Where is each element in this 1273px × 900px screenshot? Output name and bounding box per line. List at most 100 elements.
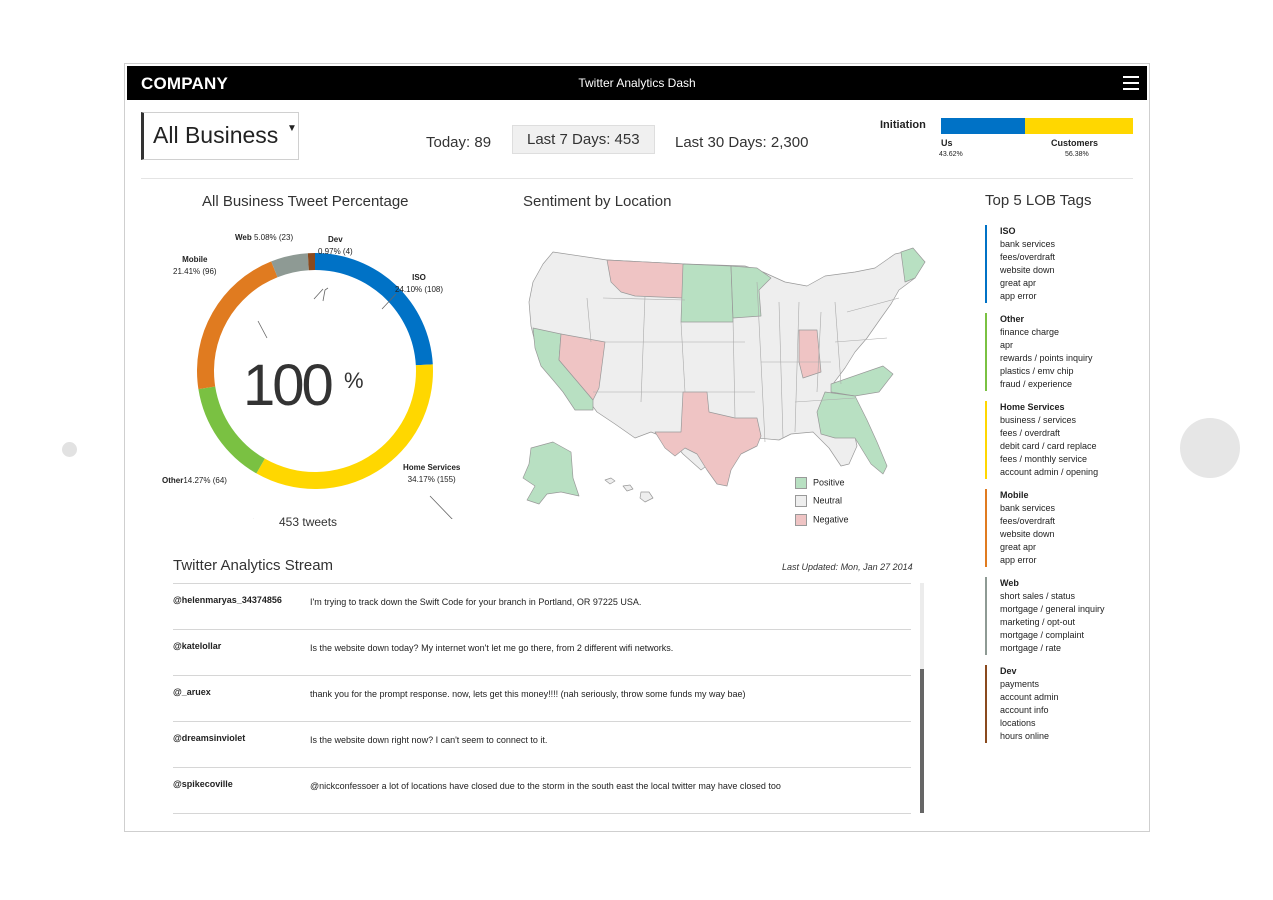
lob-tag[interactable]: website down <box>1000 528 1055 541</box>
caret-down-icon: ▼ <box>287 123 297 134</box>
hamburger-menu-icon[interactable] <box>1123 76 1139 90</box>
map-title: Sentiment by Location <box>523 193 672 210</box>
legend-positive: Positive <box>795 477 845 489</box>
home-button[interactable] <box>1180 418 1240 478</box>
range-last-30-days[interactable]: Last 30 Days: 2,300 <box>675 134 808 151</box>
map-state-indiana <box>798 329 822 379</box>
initiation-us-bar <box>941 118 1025 134</box>
tweet-row[interactable]: @katelollar Is the website down today? My… <box>173 629 911 675</box>
donut-label-other: Other14.27% (64) <box>162 476 227 485</box>
map-state-hawaii <box>604 477 654 503</box>
lob-group: ISO bank services fees/overdraft website do… <box>985 225 1055 303</box>
tweet-text: thank you for the prompt response. now, … <box>310 689 746 699</box>
tweet-text: Is the website down today? My internet w… <box>310 643 674 653</box>
legend-negative: Negative <box>795 514 849 526</box>
initiation-customers-percent: 56.38% <box>1065 151 1089 158</box>
donut-slice-dev[interactable] <box>307 253 315 271</box>
lob-tag[interactable]: locations <box>1000 717 1059 730</box>
tweet-user[interactable]: @helenmaryas_34374856 <box>173 595 282 605</box>
lob-group-title: Home Services <box>1000 402 1065 412</box>
lob-tag[interactable]: debit card / card replace <box>1000 440 1098 453</box>
lob-tag[interactable]: payments <box>1000 678 1059 691</box>
last-updated: Last Updated: Mon, Jan 27 2014 <box>782 562 913 572</box>
lob-tag[interactable]: mortgage / rate <box>1000 642 1105 655</box>
lob-group-title: Mobile <box>1000 490 1029 500</box>
tweet-user[interactable]: @_aruex <box>173 687 211 697</box>
tweet-row[interactable]: @spikecoville @nickconfessoer a lot of lo… <box>173 767 911 813</box>
lob-tag[interactable]: fees/overdraft <box>1000 515 1055 528</box>
business-select[interactable]: All Business ▼ <box>141 112 299 160</box>
lob-group-title: Other <box>1000 314 1025 324</box>
range-last-7-days[interactable]: Last 7 Days: 453 <box>512 125 655 154</box>
lob-tag[interactable]: great apr <box>1000 277 1055 290</box>
lob-tag[interactable]: bank services <box>1000 238 1055 251</box>
stream-title: Twitter Analytics Stream <box>173 557 334 574</box>
map-state-alaska <box>522 441 580 505</box>
us-sentiment-map <box>522 247 926 505</box>
lob-tag[interactable]: mortgage / general inquiry <box>1000 603 1105 616</box>
lob-tag[interactable]: hours online <box>1000 730 1059 743</box>
donut-slice-web[interactable] <box>271 253 309 278</box>
donut-center-unit: % <box>344 368 364 393</box>
donut-slice-iso[interactable] <box>315 253 433 366</box>
lob-group: Other finance charge apr rewards / points i… <box>985 313 1093 391</box>
lob-tag[interactable]: website down <box>1000 264 1055 277</box>
map-state-georgia-florida <box>816 391 888 475</box>
lob-tag[interactable]: rewards / points inquiry <box>1000 352 1093 365</box>
donut-label-mobile: Mobile 21.41% (96) <box>173 255 217 276</box>
legend-swatch-positive <box>795 477 807 489</box>
lob-tag[interactable]: account admin / opening <box>1000 466 1098 479</box>
donut-title: All Business Tweet Percentage <box>202 193 409 210</box>
lob-tag[interactable]: fraud / experience <box>1000 378 1093 391</box>
tweet-row[interactable]: @_aruex thank you for the prompt response… <box>173 675 911 721</box>
decorative-dot <box>62 442 77 457</box>
donut-label-web: Web 5.08% (23) <box>235 233 294 242</box>
lob-tag[interactable]: finance charge <box>1000 326 1093 339</box>
lob-tag[interactable]: great apr <box>1000 541 1055 554</box>
lob-tag[interactable]: app error <box>1000 554 1055 567</box>
initiation-customers-label: Customers <box>1051 138 1099 148</box>
donut-center-value: 100 <box>243 353 334 418</box>
lob-group: Dev payments account admin account info loca… <box>985 665 1059 743</box>
initiation-customers-bar <box>1025 118 1133 134</box>
lob-group-title: Web <box>1000 578 1019 588</box>
lob-group: Mobile bank services fees/overdraft website… <box>985 489 1055 567</box>
range-today[interactable]: Today: 89 <box>426 134 491 151</box>
lob-tag[interactable]: fees / overdraft <box>1000 427 1098 440</box>
tweet-user[interactable]: @katelollar <box>173 641 221 651</box>
tweet-stream: @helenmaryas_34374856 I'm trying to track… <box>173 583 911 814</box>
tweet-text: Is the website down right now? I can't s… <box>310 735 548 745</box>
lob-group: Web short sales / status mortgage / genera… <box>985 577 1105 655</box>
lob-tag[interactable]: plastics / emv chip <box>1000 365 1093 378</box>
lob-tag[interactable]: business / services <box>1000 414 1098 427</box>
legend-swatch-neutral <box>795 495 807 507</box>
legend-swatch-negative <box>795 514 807 526</box>
donut-label-iso: ISO 24.10% (108) <box>395 273 444 294</box>
tweet-row[interactable]: @dreamsinviolet Is the website down right… <box>173 721 911 767</box>
legend-neutral: Neutral <box>795 495 842 507</box>
lob-tag[interactable]: marketing / opt-out <box>1000 616 1105 629</box>
lob-tag[interactable]: fees/overdraft <box>1000 251 1055 264</box>
map-state-maine <box>900 247 926 283</box>
lob-tag[interactable]: fees / monthly service <box>1000 453 1098 466</box>
lob-title: Top 5 LOB Tags <box>985 192 1092 209</box>
donut-label-dev: Dev 0.97% (4) <box>318 235 353 256</box>
stream-scroll-thumb[interactable] <box>920 669 924 813</box>
lob-tag[interactable]: account info <box>1000 704 1059 717</box>
dashboard-frame: COMPANY Twitter Analytics Dash All Busin… <box>124 63 1150 832</box>
lob-tag[interactable]: app error <box>1000 290 1055 303</box>
tweet-text: @nickconfessoer a lot of locations have … <box>310 781 781 791</box>
lob-tag[interactable]: account admin <box>1000 691 1059 704</box>
tweet-user[interactable]: @dreamsinviolet <box>173 733 245 743</box>
stream-end-divider <box>173 813 911 814</box>
tweet-row[interactable]: @helenmaryas_34374856 I'm trying to track… <box>173 583 911 629</box>
initiation-label: Initiation <box>880 119 926 131</box>
lob-tag[interactable]: mortgage / complaint <box>1000 629 1105 642</box>
donut-footer: 453 tweets <box>279 515 338 529</box>
tweet-user[interactable]: @spikecoville <box>173 779 233 789</box>
lob-tag[interactable]: short sales / status <box>1000 590 1105 603</box>
business-select-value: All Business <box>153 122 279 148</box>
lob-tag[interactable]: bank services <box>1000 502 1055 515</box>
lob-tag[interactable]: apr <box>1000 339 1093 352</box>
lob-group-title: Dev <box>1000 666 1017 676</box>
